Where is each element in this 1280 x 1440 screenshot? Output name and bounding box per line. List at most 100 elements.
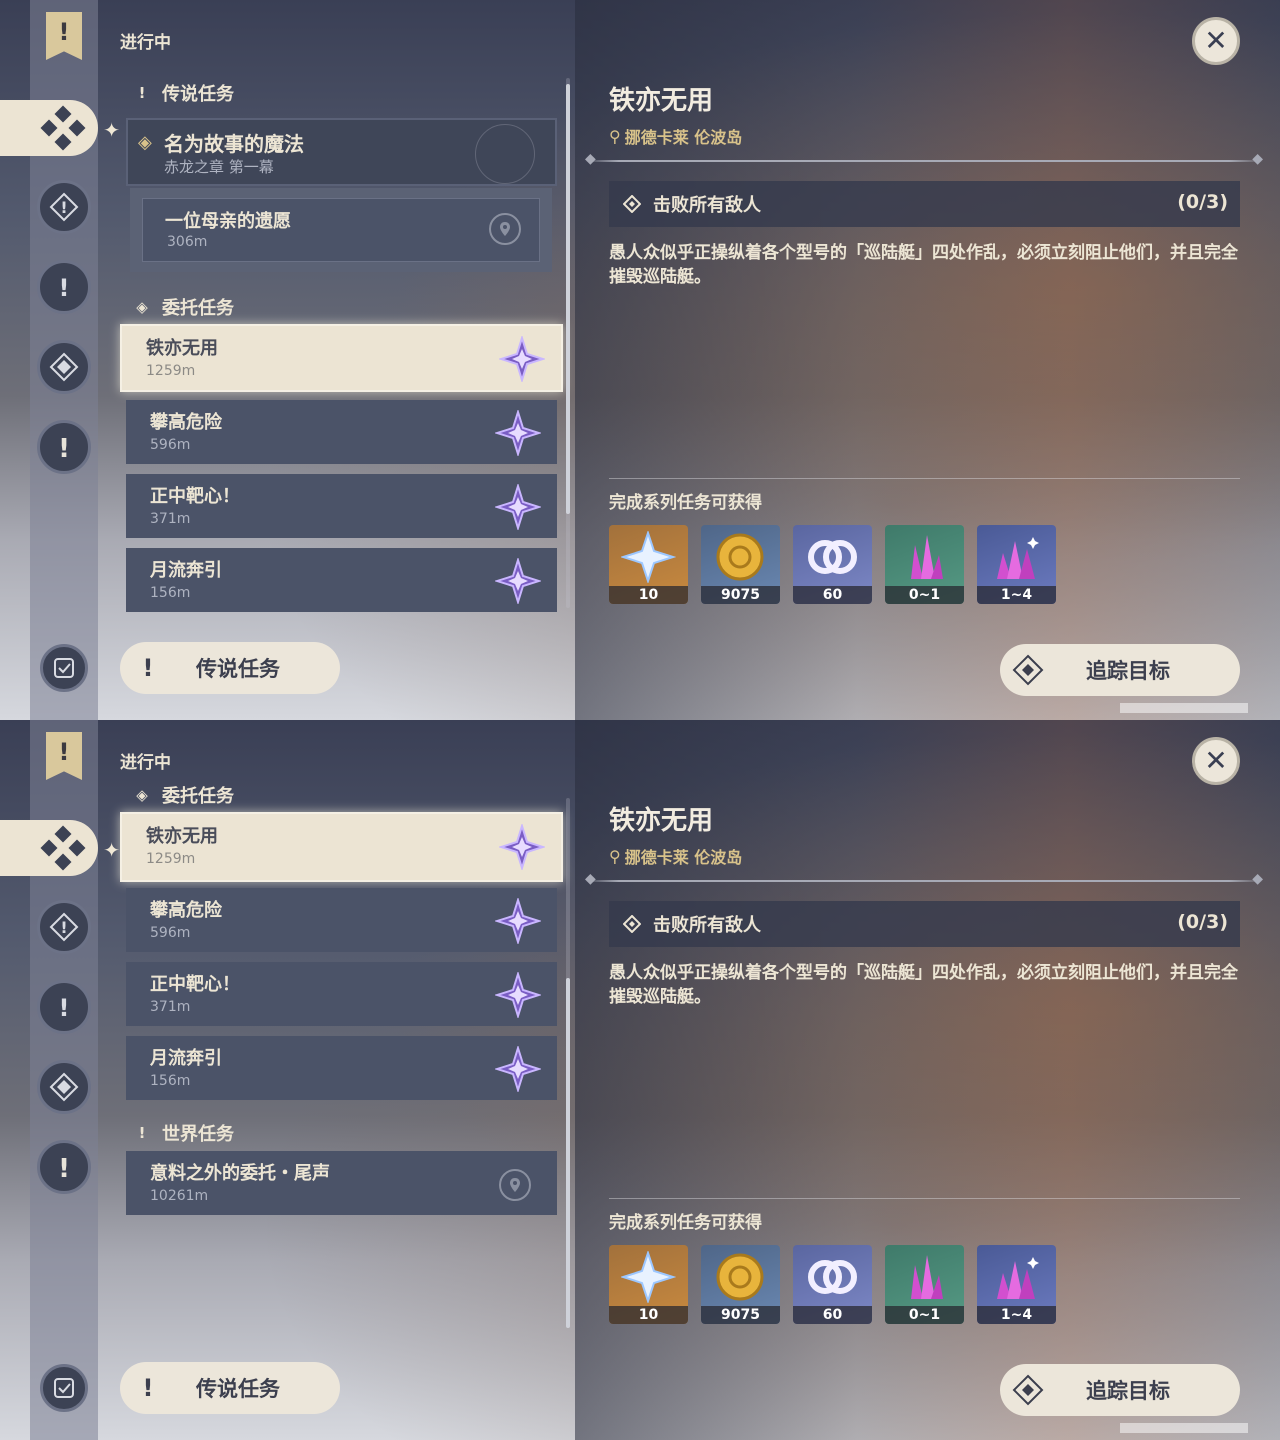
reward-count: 60 — [793, 586, 872, 604]
objective-diamond-icon — [623, 195, 641, 213]
tab-daily[interactable] — [37, 1060, 91, 1114]
tab-archon[interactable]: ! — [37, 180, 91, 234]
commission-distance: 1259m — [146, 851, 196, 867]
legend-quest-button[interactable]: ! 传说任务 — [120, 1362, 340, 1414]
checklist-icon — [54, 658, 74, 678]
legend-subquest-card[interactable]: 一位母亲的遗愿 306m — [130, 188, 552, 272]
track-button-label: 追踪目标 — [1086, 1379, 1170, 1403]
commission-item-selected[interactable]: 铁亦无用 1259m — [120, 812, 563, 882]
objective-text: 击败所有敌人 — [653, 915, 761, 936]
track-target-button[interactable]: 追踪目标 — [1000, 1364, 1240, 1416]
commission-item[interactable]: 正中靶心！ 371m — [126, 474, 557, 538]
close-button[interactable]: ✕ — [1192, 17, 1240, 65]
commission-diamonds-icon — [40, 105, 86, 151]
quest-settings-button[interactable] — [40, 644, 88, 692]
tab-story[interactable]: ! — [37, 260, 91, 314]
primogem-icon — [621, 531, 676, 583]
section-header-commission: ◈ 委托任务 — [132, 294, 234, 320]
reward-friendship-exp[interactable]: 60 — [793, 1245, 872, 1324]
reward-count: 9075 — [701, 1306, 780, 1324]
commission-item[interactable]: 月流奔引 156m — [126, 1036, 557, 1100]
tab-story[interactable]: ! — [37, 980, 91, 1034]
commission-item[interactable]: 攀高危险 596m — [126, 888, 557, 952]
section-title: 委托任务 — [162, 786, 234, 807]
primogem-icon — [621, 1251, 676, 1303]
rewards-header: 完成系列任务可获得 — [609, 493, 762, 513]
reward-crystal-ore[interactable]: 0~1 — [885, 1245, 964, 1324]
commission-title: 铁亦无用 — [146, 338, 218, 359]
track-diamond-icon — [1012, 1374, 1044, 1406]
detail-title: 铁亦无用 — [609, 806, 714, 836]
commission-star-icon — [499, 824, 545, 870]
crystal-cluster-icon — [997, 1257, 1039, 1299]
tab-archon[interactable]: ! — [37, 900, 91, 954]
quest-title: 名为故事的魔法 — [164, 132, 304, 156]
commission-item[interactable]: 正中靶心！ 371m — [126, 962, 557, 1026]
section-title: 委托任务 — [162, 298, 234, 319]
reward-crystal-cluster[interactable]: 1~4 — [977, 1245, 1056, 1324]
tab-commissions[interactable]: ✦ — [0, 820, 120, 876]
bottom-indicator — [1120, 1423, 1248, 1433]
legend-quest-card[interactable]: ◈ 名为故事的魔法 赤龙之章 第一幕 — [126, 118, 557, 186]
story-quest-icon: ! — [59, 274, 70, 302]
close-button[interactable]: ✕ — [1192, 737, 1240, 785]
crystal-ore-icon — [911, 1255, 943, 1299]
section-header-commission: ◈ 委托任务 — [132, 782, 234, 808]
track-button-label: 追踪目标 — [1086, 659, 1170, 683]
tab-commissions[interactable]: ✦ — [0, 100, 120, 156]
divider — [585, 151, 1263, 167]
close-icon: ✕ — [1204, 744, 1228, 777]
legend-quest-icon: ! — [138, 84, 146, 102]
legend-quest-button[interactable]: ! 传说任务 — [120, 642, 340, 694]
tab-world[interactable]: ! — [37, 1140, 91, 1194]
story-quest-icon: ! — [59, 994, 70, 1022]
status-label: 进行中 — [120, 753, 171, 773]
reward-primogem[interactable]: 10 — [609, 1245, 688, 1324]
commission-star-icon — [499, 336, 545, 382]
commission-star-icon — [495, 972, 541, 1018]
reward-mora[interactable]: 9075 — [701, 525, 780, 604]
svg-text:!: ! — [60, 198, 67, 217]
section-header-world: ! 世界任务 — [132, 1120, 234, 1146]
svg-text:!: ! — [59, 274, 70, 302]
reward-crystal-ore[interactable]: 0~1 — [885, 525, 964, 604]
scrollbar-thumb[interactable] — [566, 84, 570, 514]
svg-text:!: ! — [58, 434, 70, 462]
commission-item[interactable]: 攀高危险 596m — [126, 400, 557, 464]
world-quest-icon: ! — [58, 1154, 70, 1182]
commission-distance: 371m — [150, 999, 191, 1015]
svg-text:!: ! — [60, 918, 67, 937]
tab-world[interactable]: ! — [37, 420, 91, 474]
detail-location: ⚲ 挪德卡莱 伦波岛 — [609, 124, 742, 148]
friendship-exp-icon — [808, 1260, 857, 1294]
commission-star-icon — [495, 484, 541, 530]
reward-primogem[interactable]: 10 — [609, 525, 688, 604]
location-pin-icon: ⚲ — [609, 126, 621, 146]
close-icon: ✕ — [1204, 24, 1228, 57]
quest-chapter: 赤龙之章 第一幕 — [164, 158, 274, 176]
reward-count: 10 — [609, 1306, 688, 1324]
world-quest-item[interactable]: 意料之外的委托・尾声 10261m — [126, 1151, 557, 1215]
legend-quest-button-label: 传说任务 — [196, 657, 280, 681]
commission-title: 攀高危险 — [150, 900, 222, 921]
objective-count: (0/3) — [1177, 911, 1228, 933]
commission-star-icon — [495, 898, 541, 944]
mora-icon — [716, 1253, 764, 1301]
tab-daily[interactable] — [37, 340, 91, 394]
reward-mora[interactable]: 9075 — [701, 1245, 780, 1324]
location-pin-icon — [489, 213, 521, 245]
scrollbar-thumb[interactable] — [566, 978, 570, 1328]
daily-quest-icon — [49, 1072, 79, 1102]
objective-row: 击败所有敌人 (0/3) — [609, 901, 1240, 947]
section-header-legend: ! 传说任务 — [132, 80, 234, 106]
quest-settings-button[interactable] — [40, 1364, 88, 1412]
reward-count: 10 — [609, 586, 688, 604]
track-target-button[interactable]: 追踪目标 — [1000, 644, 1240, 696]
reward-friendship-exp[interactable]: 60 — [793, 525, 872, 604]
friendship-exp-icon — [808, 540, 857, 574]
reward-crystal-cluster[interactable]: 1~4 — [977, 525, 1056, 604]
commission-item[interactable]: 月流奔引 156m — [126, 548, 557, 612]
commission-item-selected[interactable]: 铁亦无用 1259m — [120, 324, 563, 392]
track-diamond-icon — [1012, 654, 1044, 686]
reward-count: 1~4 — [977, 586, 1056, 604]
